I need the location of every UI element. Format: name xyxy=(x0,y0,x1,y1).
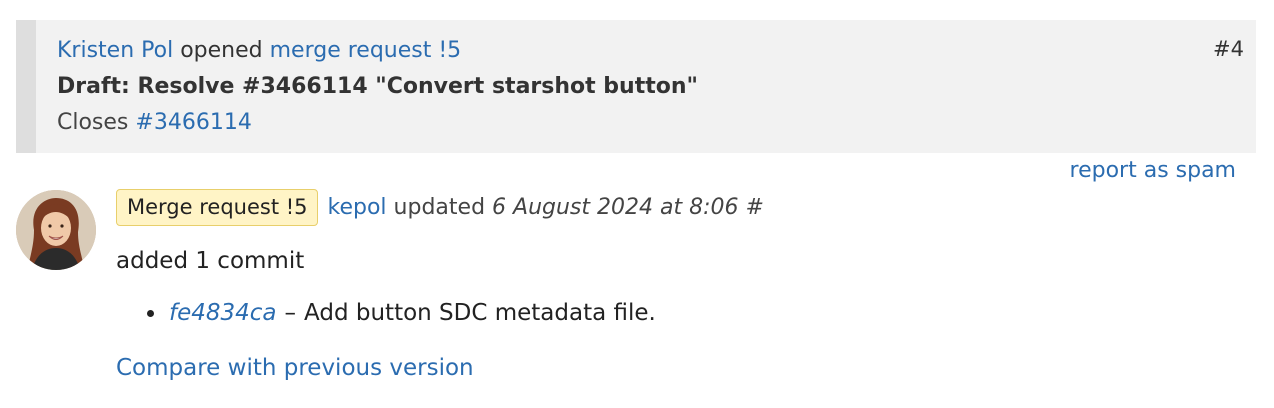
merge-request-badge: Merge request !5 xyxy=(116,188,318,226)
closes-label: Closes xyxy=(57,110,129,135)
comment-body: added 1 commit xyxy=(116,248,305,274)
merge-request-link[interactable]: merge request !5 xyxy=(270,38,462,63)
user-avatar-photo-icon xyxy=(16,190,96,270)
commit-separator: – xyxy=(284,300,297,326)
comment-action: updated xyxy=(393,194,486,220)
commit-list: fe4834ca – Add button SDC metadata file. xyxy=(116,298,656,328)
bullet-icon xyxy=(147,309,154,317)
event-summary: Kristen Pol opened merge request !5 xyxy=(57,38,461,64)
event-author-link[interactable]: Kristen Pol xyxy=(57,38,173,63)
commit-message: Add button SDC metadata file. xyxy=(304,300,656,326)
comment-author-link[interactable]: kepol xyxy=(328,195,387,220)
event-action: opened xyxy=(180,38,263,63)
merge-request-title: Draft: Resolve #3466114 "Convert starsho… xyxy=(57,74,698,99)
comment-timestamp: 6 August 2024 at 8:06 xyxy=(492,194,739,220)
comment-number: #4 xyxy=(1213,37,1244,61)
report-spam-link[interactable]: report as spam xyxy=(1070,158,1236,184)
compare-previous-version-link[interactable]: Compare with previous version xyxy=(116,354,474,382)
commit-hash-link[interactable]: fe4834ca xyxy=(169,298,277,328)
list-item: fe4834ca – Add button SDC metadata file. xyxy=(116,298,656,328)
avatar[interactable] xyxy=(16,190,96,270)
closes-issue-link[interactable]: #3466114 xyxy=(135,110,251,135)
closes-line: Closes #3466114 xyxy=(57,110,252,136)
comment-header: Merge request !5 kepol updated 6 August … xyxy=(116,188,764,226)
activity-event: Kristen Pol opened merge request !5 Draf… xyxy=(16,20,1256,153)
comment-permalink[interactable]: # xyxy=(746,195,764,220)
